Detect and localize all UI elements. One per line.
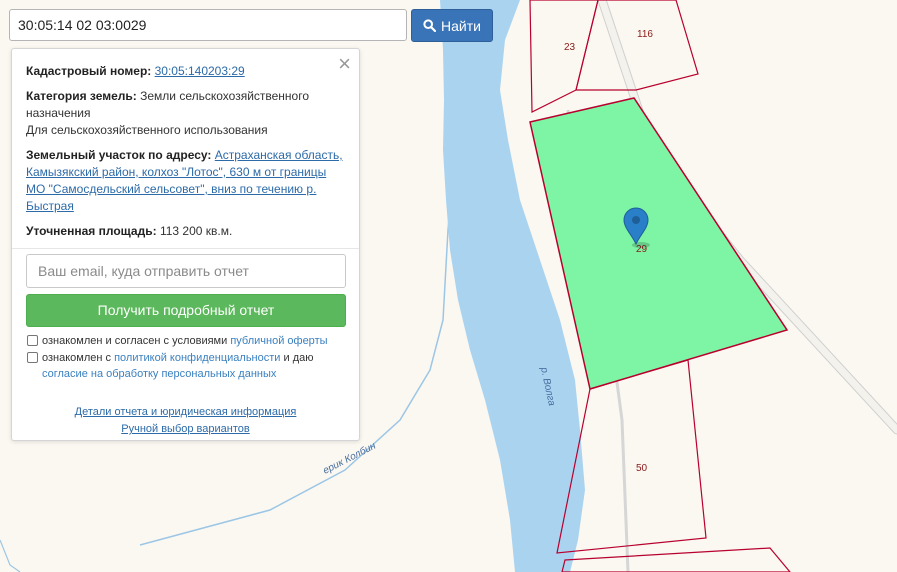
- parcel-label-116: 116: [637, 29, 653, 40]
- public-offer-link[interactable]: публичной оферты: [230, 335, 327, 347]
- get-report-button[interactable]: Получить подробный отчет: [26, 294, 346, 327]
- privacy-consent-checkbox[interactable]: [27, 352, 38, 363]
- cadastral-number-label: Кадастровый номер:: [26, 64, 152, 78]
- parcel-info-card: × Кадастровый номер: 30:05:140203:29 Кат…: [11, 48, 360, 441]
- area-row: Уточненная площадь: 113 200 кв.м.: [26, 223, 345, 240]
- privacy-consent-text: ознакомлен с политикой конфиденциальност…: [42, 350, 345, 382]
- card-bottom-links: Детали отчета и юридическая информация Р…: [26, 404, 345, 438]
- land-usage-value: Для сельскохозяйственного использования: [26, 123, 268, 137]
- privacy-consent-prefix: ознакомлен с: [42, 352, 112, 364]
- search-button[interactable]: Найти: [411, 9, 493, 42]
- close-icon[interactable]: ×: [338, 53, 351, 75]
- parcel-label-50: 50: [636, 463, 648, 474]
- area-label: Уточненная площадь:: [26, 224, 157, 238]
- offer-consent-checkbox[interactable]: [27, 335, 38, 346]
- parcel-label-23: 23: [564, 42, 576, 53]
- card-divider: [12, 248, 359, 249]
- land-category-row: Категория земель: Земли сельскохозяйстве…: [26, 88, 345, 139]
- privacy-consent-row: ознакомлен с политикой конфиденциальност…: [26, 350, 345, 382]
- personal-data-consent-link[interactable]: согласие на обработку персональных данны…: [42, 368, 276, 380]
- area-value: 113 200 кв.м.: [159, 224, 233, 238]
- cadastral-number-link[interactable]: 30:05:140203:29: [155, 64, 245, 78]
- offer-consent-row: ознакомлен и согласен с условиями публич…: [26, 333, 345, 349]
- offer-consent-text: ознакомлен и согласен с условиями публич…: [42, 333, 328, 349]
- privacy-policy-link[interactable]: политикой конфиденциальности: [114, 352, 280, 364]
- search-icon: [423, 19, 437, 32]
- address-label: Земельный участок по адресу:: [26, 148, 212, 162]
- address-row: Земельный участок по адресу: Астраханска…: [26, 147, 345, 215]
- search-button-label: Найти: [441, 17, 481, 34]
- offer-consent-prefix: ознакомлен и согласен с условиями: [42, 335, 228, 347]
- privacy-consent-mid: и даю: [283, 352, 314, 364]
- cadastral-search-input[interactable]: [9, 9, 407, 41]
- email-field[interactable]: [26, 254, 346, 288]
- land-category-label: Категория земель:: [26, 89, 137, 103]
- cadastral-number-row: Кадастровый номер: 30:05:140203:29: [26, 63, 345, 80]
- report-details-link[interactable]: Детали отчета и юридическая информация: [75, 406, 297, 418]
- manual-selection-link[interactable]: Ручной выбор вариантов: [121, 423, 249, 435]
